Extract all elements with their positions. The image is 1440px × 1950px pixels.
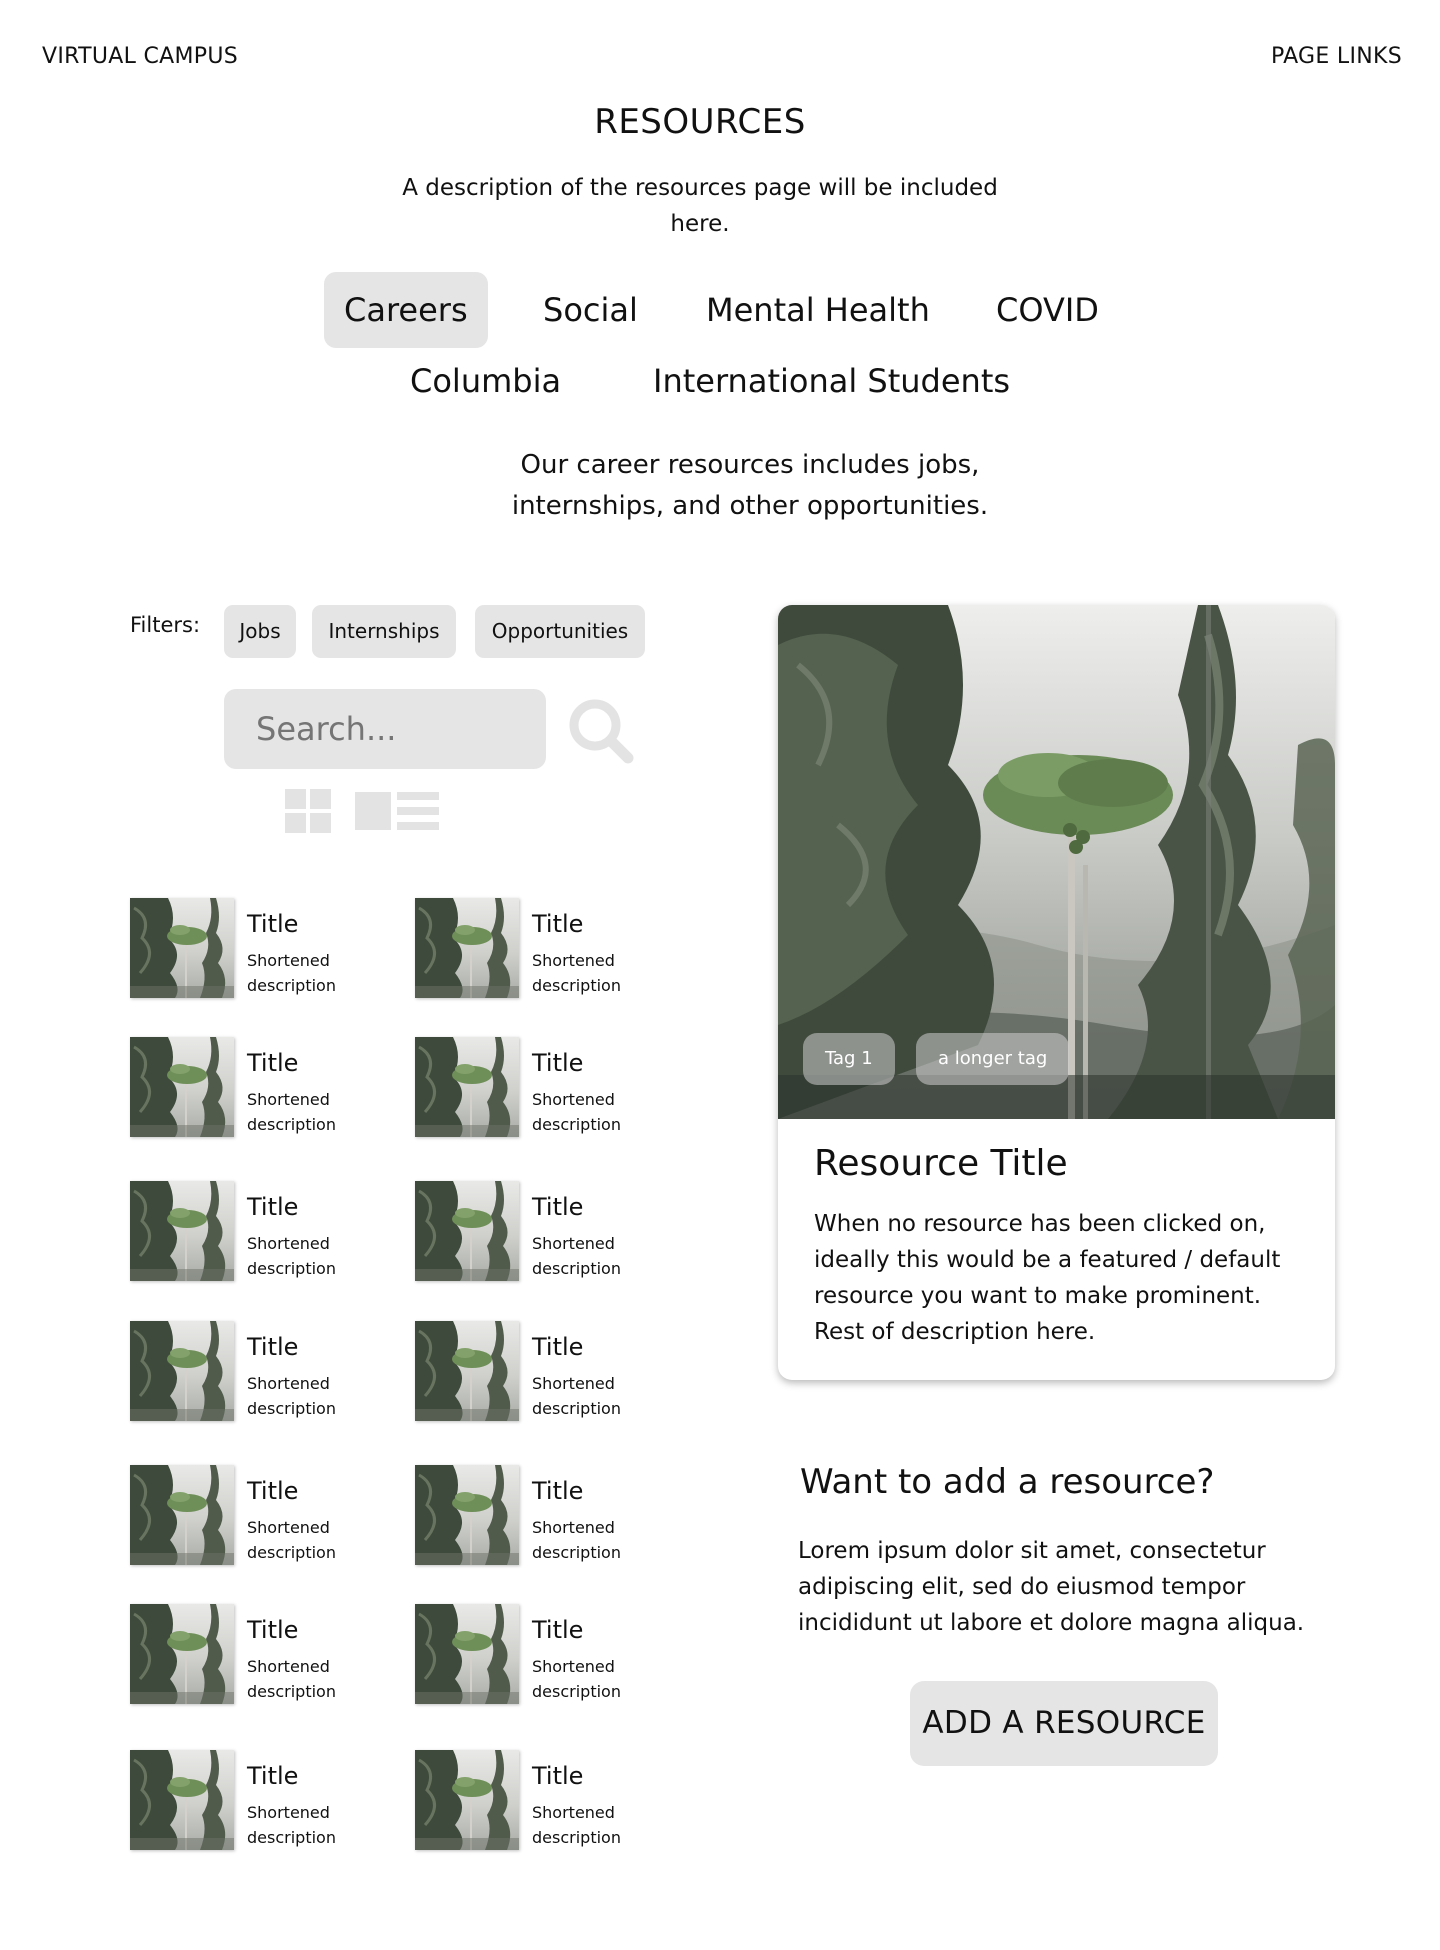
- filters-label: Filters:: [130, 613, 201, 637]
- page-title: RESOURCES: [594, 102, 806, 142]
- featured-resource-title: Resource Title: [814, 1143, 1068, 1184]
- resource-description: Shortened description: [532, 1518, 621, 1562]
- featured-tag[interactable]: Tag 1: [803, 1033, 895, 1085]
- tab-columbia[interactable]: Columbia: [390, 343, 581, 419]
- resource-list-item[interactable]: Title Shortened description: [130, 1321, 390, 1421]
- resource-thumbnail: [415, 1321, 519, 1421]
- resource-title: Title: [532, 1193, 584, 1221]
- resource-description: Shortened description: [532, 1803, 621, 1847]
- resource-thumbnail: [130, 1037, 234, 1137]
- resource-title: Title: [532, 1477, 584, 1505]
- resource-list-item[interactable]: Title Shortened description: [415, 1181, 675, 1281]
- list-icon[interactable]: [355, 792, 439, 830]
- resource-list-item[interactable]: Title Shortened description: [415, 1037, 675, 1137]
- featured-resource-description: When no resource has been clicked on, id…: [814, 1211, 1281, 1345]
- featured-tag[interactable]: a longer tag: [916, 1033, 1070, 1085]
- resource-title: Title: [247, 910, 299, 938]
- resource-title: Title: [247, 1333, 299, 1361]
- featured-resource-card[interactable]: Tag 1 a longer tag Resource Title When n…: [778, 605, 1335, 1380]
- category-description: Our career resources includes jobs, inte…: [511, 450, 989, 521]
- tab-international-students[interactable]: International Students: [633, 343, 1030, 419]
- resource-description: Shortened description: [247, 1657, 336, 1701]
- resource-title: Title: [247, 1762, 299, 1790]
- resource-list-item[interactable]: Title Shortened description: [415, 1465, 675, 1565]
- resource-list-item[interactable]: Title Shortened description: [130, 1037, 390, 1137]
- add-resource-heading: Want to add a resource?: [800, 1462, 1215, 1502]
- resource-description: Shortened description: [247, 1374, 336, 1418]
- resource-list-item[interactable]: Title Shortened description: [415, 1750, 675, 1850]
- page-links-menu[interactable]: PAGE LINKS: [1271, 44, 1402, 69]
- resource-title: Title: [247, 1193, 299, 1221]
- resource-thumbnail: [130, 1181, 234, 1281]
- resource-title: Title: [247, 1477, 299, 1505]
- resource-thumbnail: [130, 1750, 234, 1850]
- resource-thumbnail: [130, 1604, 234, 1704]
- resource-thumbnail: [415, 1181, 519, 1281]
- resource-description: Shortened description: [532, 951, 621, 995]
- resource-description: Shortened description: [532, 1657, 621, 1701]
- add-resource-text: Lorem ipsum dolor sit amet, consectetur …: [798, 1538, 1305, 1636]
- resource-title: Title: [532, 910, 584, 938]
- page-description: A description of the resources page will…: [402, 175, 998, 237]
- resource-thumbnail: [130, 1321, 234, 1421]
- resource-title: Title: [247, 1616, 299, 1644]
- grid-icon[interactable]: [285, 789, 331, 833]
- resource-title: Title: [532, 1333, 584, 1361]
- filter-chip-opportunities[interactable]: Opportunities: [475, 605, 645, 658]
- resource-title: Title: [532, 1762, 584, 1790]
- resource-thumbnail: [415, 1750, 519, 1850]
- filter-chip-internships[interactable]: Internships: [312, 605, 456, 658]
- resource-description: Shortened description: [532, 1090, 621, 1134]
- resource-thumbnail: [415, 898, 519, 998]
- filter-chip-jobs[interactable]: Jobs: [224, 605, 296, 658]
- search-input[interactable]: [224, 689, 546, 769]
- resource-list-item[interactable]: Title Shortened description: [130, 1604, 390, 1704]
- resource-description: Shortened description: [532, 1234, 621, 1278]
- resource-list-item[interactable]: Title Shortened description: [415, 1604, 675, 1704]
- resource-thumbnail: [415, 1465, 519, 1565]
- resource-description: Shortened description: [247, 1090, 336, 1134]
- resource-description: Shortened description: [247, 1803, 336, 1847]
- resource-description: Shortened description: [247, 951, 336, 995]
- resource-thumbnail: [130, 898, 234, 998]
- resource-list-item[interactable]: Title Shortened description: [415, 898, 675, 998]
- resource-description: Shortened description: [532, 1374, 621, 1418]
- resource-description: Shortened description: [247, 1518, 336, 1562]
- resource-list-item[interactable]: Title Shortened description: [415, 1321, 675, 1421]
- resource-title: Title: [532, 1616, 584, 1644]
- site-name[interactable]: VIRTUAL CAMPUS: [42, 44, 238, 69]
- resource-title: Title: [247, 1049, 299, 1077]
- resource-list-item[interactable]: Title Shortened description: [130, 898, 390, 998]
- resource-thumbnail: [415, 1604, 519, 1704]
- resource-thumbnail: [130, 1465, 234, 1565]
- tab-mental-health[interactable]: Mental Health: [686, 272, 950, 348]
- add-resource-button[interactable]: ADD A RESOURCE: [910, 1681, 1218, 1766]
- resource-list-item[interactable]: Title Shortened description: [130, 1750, 390, 1850]
- resource-description: Shortened description: [247, 1234, 336, 1278]
- resource-list-item[interactable]: Title Shortened description: [130, 1181, 390, 1281]
- tab-social[interactable]: Social: [523, 272, 658, 348]
- tab-careers[interactable]: Careers: [324, 272, 488, 348]
- tab-covid[interactable]: COVID: [976, 272, 1119, 348]
- search-icon[interactable]: [566, 696, 636, 766]
- resource-title: Title: [532, 1049, 584, 1077]
- resource-list-item[interactable]: Title Shortened description: [130, 1465, 390, 1565]
- resource-thumbnail: [415, 1037, 519, 1137]
